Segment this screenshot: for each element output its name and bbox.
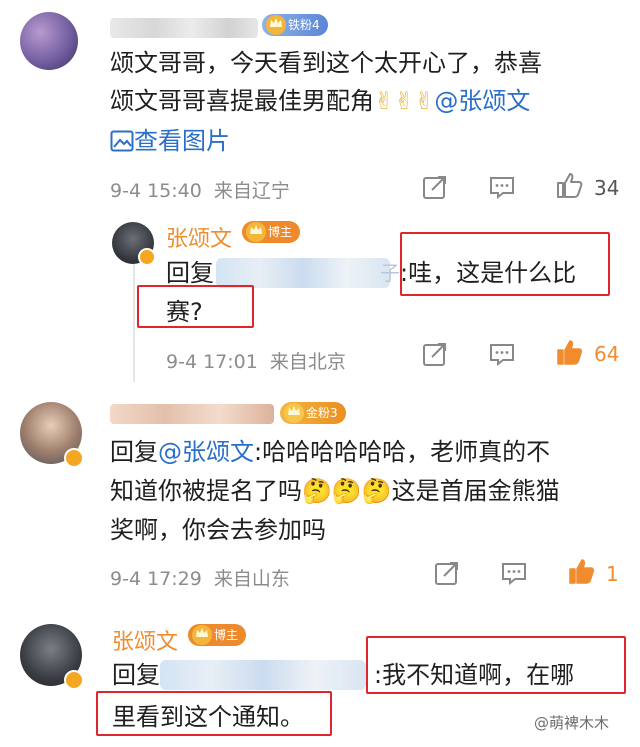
view-image-link[interactable]: 查看图片 xyxy=(110,122,230,160)
badge-label: 博主 xyxy=(268,225,293,239)
fan-badge: 铁粉4 xyxy=(262,14,328,36)
crown-icon xyxy=(192,625,212,645)
comment-icon[interactable] xyxy=(500,559,528,587)
fan-badge: 金粉3 xyxy=(280,402,346,424)
emoji: 🤔🤔🤔 xyxy=(302,477,392,505)
watermark: @萌裨木木 xyxy=(534,714,610,732)
like-icon[interactable] xyxy=(555,171,583,199)
blurred-mention xyxy=(216,258,390,288)
reply-suffix: 子 xyxy=(380,261,400,285)
share-icon[interactable] xyxy=(421,173,449,201)
like-count: 1 xyxy=(606,562,619,586)
highlight-box xyxy=(137,285,254,328)
crown-icon xyxy=(266,15,286,35)
verified-icon xyxy=(64,670,84,690)
badge-label: 金粉3 xyxy=(306,406,338,420)
image-icon xyxy=(110,130,134,152)
username-blurred[interactable] xyxy=(110,18,258,38)
comment-meta: 9-4 15:40 来自辽宁 xyxy=(110,180,290,202)
like-icon-active[interactable] xyxy=(555,338,583,366)
comment-text: 知道你被提名了吗🤔🤔🤔这是首届金熊猫 xyxy=(110,477,560,505)
highlight-box xyxy=(96,691,332,736)
badge-label: 博主 xyxy=(214,628,239,642)
like-count: 34 xyxy=(594,176,620,200)
comment-icon[interactable] xyxy=(488,173,516,201)
highlight-box xyxy=(366,636,626,694)
mention-link[interactable]: @张颂文 xyxy=(158,438,254,466)
like-icon-active[interactable] xyxy=(567,557,595,585)
comment-meta: 9-4 17:01 来自北京 xyxy=(166,351,346,373)
verified-icon xyxy=(64,448,84,468)
crown-icon xyxy=(284,403,304,423)
comment-text: 奖啊，你会去参加吗 xyxy=(110,516,326,544)
author-badge: 博主 xyxy=(242,221,301,243)
author-badge: 博主 xyxy=(188,624,247,646)
reply-prefix: 回复 xyxy=(112,661,160,689)
mention-link[interactable]: @张颂文 xyxy=(434,87,530,115)
share-icon[interactable] xyxy=(421,340,449,368)
share-icon[interactable] xyxy=(433,559,461,587)
like-count: 64 xyxy=(594,342,620,366)
emoji: ✌✌✌ xyxy=(374,87,435,115)
username[interactable]: 张颂文 xyxy=(166,221,232,253)
comment-icon[interactable] xyxy=(488,340,516,368)
comment-meta: 9-4 17:29 来自山东 xyxy=(110,568,290,590)
avatar[interactable] xyxy=(20,12,78,70)
comment-text: 颂文哥哥，今天看到这个太开心了，恭喜 xyxy=(110,49,542,77)
badge-label: 铁粉4 xyxy=(288,18,320,32)
username-blurred[interactable] xyxy=(110,404,274,424)
crown-icon xyxy=(246,222,266,242)
verified-icon xyxy=(138,248,156,266)
comment-text: 颂文哥哥喜提最佳男配角✌✌✌@张颂文 xyxy=(110,87,531,115)
highlight-box xyxy=(400,232,610,296)
blurred-mention xyxy=(160,660,366,690)
comment-text: 回复@张颂文:哈哈哈哈哈哈，老师真的不 xyxy=(110,438,551,466)
username[interactable]: 张颂文 xyxy=(112,624,178,656)
